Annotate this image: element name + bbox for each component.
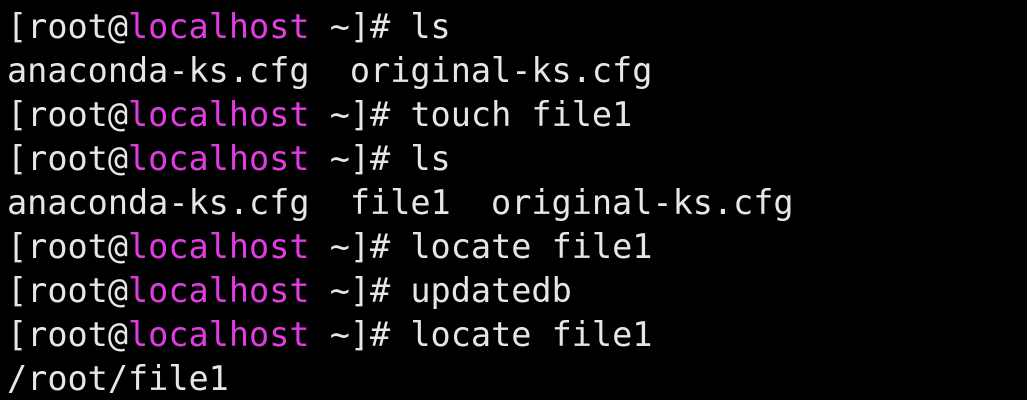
- prompt-close: ~]#: [309, 139, 411, 178]
- output-line: anaconda-ks.cfg file1 original-ks.cfg: [7, 181, 1027, 225]
- prompt-hostname: localhost: [128, 315, 310, 354]
- prompt-open: [root@: [7, 7, 129, 46]
- prompt-hostname: localhost: [128, 7, 310, 46]
- prompt-open: [root@: [7, 139, 129, 178]
- command-text: ls: [410, 139, 451, 178]
- prompt-hostname: localhost: [128, 271, 310, 310]
- terminal-window[interactable]: [root@localhost ~]# ls anaconda-ks.cfg o…: [0, 0, 1027, 400]
- prompt-open: [root@: [7, 95, 129, 134]
- prompt-line: [root@localhost ~]# touch file1: [7, 93, 1027, 137]
- prompt-hostname: localhost: [128, 95, 310, 134]
- prompt-line: [root@localhost ~]# ls: [7, 5, 1027, 49]
- output-line: /root/file1: [7, 357, 1027, 400]
- prompt-close: ~]#: [309, 271, 411, 310]
- command-text: ls: [410, 7, 451, 46]
- output-line: anaconda-ks.cfg original-ks.cfg: [7, 49, 1027, 93]
- prompt-line: [root@localhost ~]# ls: [7, 137, 1027, 181]
- command-text: touch file1: [410, 95, 633, 134]
- output-text: anaconda-ks.cfg original-ks.cfg: [7, 51, 653, 90]
- prompt-hostname: localhost: [128, 227, 310, 266]
- output-text: /root/file1: [7, 359, 229, 398]
- output-text: anaconda-ks.cfg file1 original-ks.cfg: [7, 183, 794, 222]
- prompt-close: ~]#: [309, 95, 411, 134]
- prompt-open: [root@: [7, 227, 129, 266]
- prompt-close: ~]#: [309, 7, 411, 46]
- command-text: locate file1: [410, 315, 653, 354]
- prompt-line: [root@localhost ~]# locate file1: [7, 313, 1027, 357]
- prompt-hostname: localhost: [128, 139, 310, 178]
- command-text: updatedb: [410, 271, 572, 310]
- prompt-line: [root@localhost ~]# locate file1: [7, 225, 1027, 269]
- prompt-line: [root@localhost ~]# updatedb: [7, 269, 1027, 313]
- prompt-open: [root@: [7, 315, 129, 354]
- prompt-close: ~]#: [309, 315, 411, 354]
- prompt-close: ~]#: [309, 227, 411, 266]
- prompt-open: [root@: [7, 271, 129, 310]
- command-text: locate file1: [410, 227, 653, 266]
